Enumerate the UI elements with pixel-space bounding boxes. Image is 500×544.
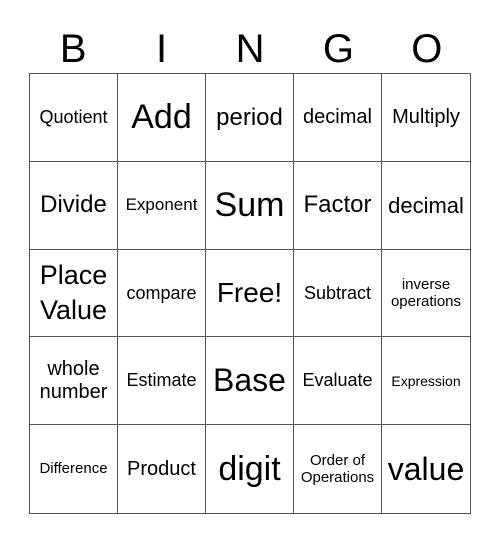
bingo-cell[interactable]: Expression <box>382 337 470 426</box>
bingo-cell[interactable]: Base <box>206 337 294 426</box>
bingo-cell[interactable]: Difference <box>30 425 118 513</box>
bingo-cell[interactable]: inverse operations <box>382 250 470 338</box>
header-letter-g: G <box>322 27 354 71</box>
bingo-grid: Quotient Add period decimal Multiply Div… <box>29 73 471 514</box>
bingo-cell[interactable]: period <box>206 74 294 162</box>
header-letter-o: O <box>411 27 443 71</box>
bingo-cell[interactable]: Add <box>118 74 206 162</box>
bingo-cell[interactable]: digit <box>206 425 294 513</box>
bingo-cell[interactable]: decimal <box>294 74 382 162</box>
bingo-cell[interactable]: Multiply <box>382 74 470 162</box>
bingo-cell[interactable]: Evaluate <box>294 337 382 426</box>
bingo-cell[interactable]: Sum <box>206 161 294 250</box>
free-space-cell[interactable]: Free! <box>206 249 294 338</box>
bingo-cell[interactable]: whole number <box>30 337 118 426</box>
bingo-cell[interactable]: Exponent <box>118 161 206 250</box>
bingo-cell[interactable]: Divide <box>30 161 118 250</box>
bingo-cell[interactable]: compare <box>118 249 206 338</box>
header-letter-n: N <box>235 27 265 71</box>
bingo-cell[interactable]: Subtract <box>294 249 382 338</box>
header-letter-i: I <box>156 27 168 71</box>
bingo-cell[interactable]: Quotient <box>30 74 118 162</box>
bingo-cell[interactable]: Order of Operations <box>294 425 382 513</box>
bingo-cell[interactable]: Place Value <box>30 249 118 338</box>
bingo-header: B I N G O <box>29 26 471 72</box>
bingo-cell[interactable]: value <box>382 425 470 513</box>
header-letter-b: B <box>59 27 87 71</box>
bingo-cell[interactable]: Estimate <box>118 337 206 426</box>
bingo-cell[interactable]: decimal <box>382 162 470 250</box>
bingo-cell[interactable]: Product <box>118 425 206 513</box>
bingo-cell[interactable]: Factor <box>294 161 382 250</box>
